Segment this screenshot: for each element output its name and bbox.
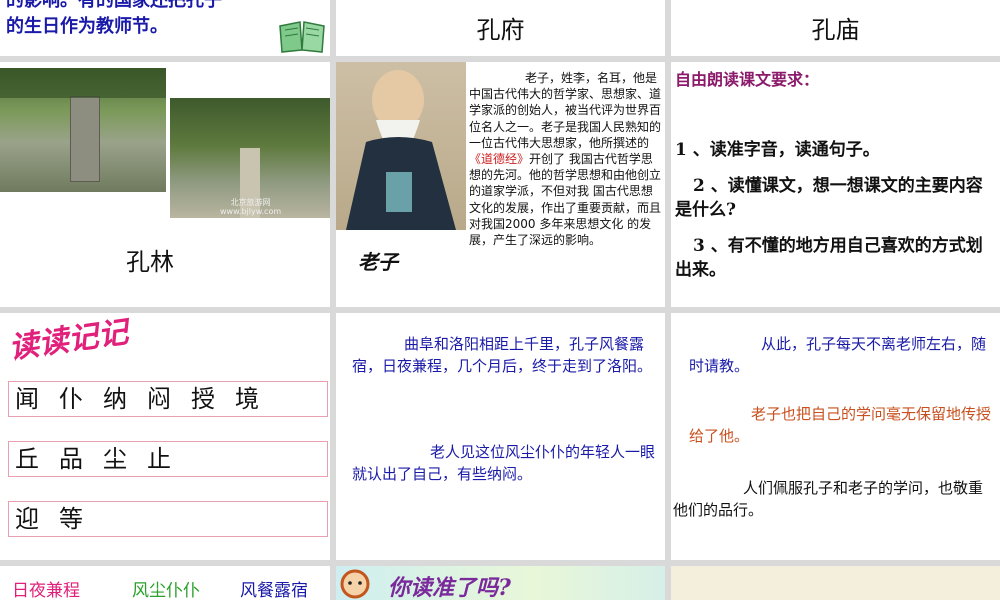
- words-cell: 日夜兼程 风尘仆仆 风餐露宿: [0, 566, 330, 600]
- char: 境: [235, 385, 259, 413]
- passage-4: 老子也把自己的学问毫无保留地传授给了他。: [689, 405, 992, 445]
- open-book-icon[interactable]: [278, 20, 326, 54]
- intro-text: 的影响。有的国家还把孔子 的生日作为教师节。: [6, 0, 222, 40]
- laozi-figure: [346, 70, 456, 230]
- word-2: 风尘仆仆: [132, 581, 200, 600]
- char-row-2: 丘品尘止: [8, 441, 328, 477]
- tree-canopy: [0, 68, 166, 98]
- quiz-cell: 你读准了吗?: [336, 566, 665, 600]
- cartoon-girl-icon: [340, 569, 370, 599]
- vocab-cell: 读读记记 闻仆纳闷授境 丘品尘止 迎等: [0, 313, 330, 560]
- stele-shape: [70, 96, 100, 182]
- watermark-line-1: 北京旅游网: [230, 198, 271, 207]
- char: 仆: [59, 385, 83, 413]
- word-1: 日夜兼程: [12, 581, 80, 600]
- watermark-line-2: www.bjlyw.com: [220, 207, 282, 216]
- char: 等: [59, 505, 83, 533]
- laozi-bio-part1: 老子，姓李，名耳，他是中国古代伟大的哲学家、思想家、道学家派的创始人，被当代评为…: [469, 71, 662, 150]
- passage-3: 从此，孔子每天不离老师左右，随时请教。: [689, 335, 987, 375]
- passage-1: 曲阜和洛阳相距上千里，孔子风餐露宿，日夜兼程，几个月后，终于走到了洛阳。: [352, 335, 653, 375]
- mansion-title-cell: 孔府: [336, 0, 665, 56]
- char: 品: [59, 445, 83, 473]
- intro-line-2: 的生日作为教师节。: [6, 16, 168, 37]
- reading-requirements-cell: 自由朗读课文要求： 1 、读准字音，读通句子。 2 、读懂课文，想一想课文的主要…: [671, 62, 1000, 307]
- title-mansion: 孔府: [476, 16, 525, 44]
- char: 迎: [15, 505, 39, 533]
- char: 丘: [15, 445, 39, 473]
- char: 闻: [15, 385, 39, 413]
- forest-photo-right: 北京旅游网 www.bjlyw.com: [170, 98, 330, 218]
- char: 闷: [147, 385, 171, 413]
- req-item-1: 1 、读准字音，读通句子。: [675, 140, 880, 160]
- char: 授: [191, 385, 215, 413]
- temple-title-cell: 孔庙: [671, 0, 1000, 56]
- char: 尘: [103, 445, 127, 473]
- intro-line-1: 的影响。有的国家还把孔子: [6, 0, 222, 11]
- char-row-3: 迎等: [8, 501, 328, 537]
- passage-cell-2: 从此，孔子每天不离老师左右，随时请教。 老子也把自己的学问毫无保留地传授给了他。…: [671, 313, 1000, 560]
- char-row-1: 闻仆纳闷授境: [8, 381, 328, 417]
- laozi-portrait: [336, 62, 466, 230]
- passage-cell-1: 曲阜和洛阳相距上千里，孔子风餐露宿，日夜兼程，几个月后，终于走到了洛阳。 老人见…: [336, 313, 665, 560]
- req-item-2: 2 、读懂课文，想一想课文的主要内容是什么?: [675, 176, 983, 220]
- quiz-title: 你读准了吗?: [388, 575, 511, 600]
- laozi-label: 老子: [358, 250, 398, 274]
- req-title: 自由朗读课文要求：: [675, 70, 820, 89]
- char: 止: [147, 445, 171, 473]
- blank-cell: [671, 566, 1000, 600]
- read-remember-title: 读读记记: [6, 314, 131, 367]
- laozi-bio-part2: 开创了 我国古代哲学思想的先河。他的哲学思想和由他创立的道家学派，不但对我 国古…: [469, 152, 662, 248]
- passage-5: 人们佩服孔子和老子的学问，也敬重他们的品行。: [673, 479, 984, 519]
- title-temple: 孔庙: [811, 16, 860, 44]
- forest-cell: 北京旅游网 www.bjlyw.com 孔林: [0, 62, 330, 307]
- intro-cell: 的影响。有的国家还把孔子 的生日作为教师节。: [0, 0, 330, 56]
- char: 纳: [103, 385, 127, 413]
- word-3: 风餐露宿: [240, 581, 308, 600]
- passage-2: 老人见这位风尘仆仆的年轻人一眼就认出了自己，有些纳闷。: [352, 443, 656, 483]
- forest-label: 孔林: [126, 248, 174, 276]
- laozi-book-title: 《道德经》: [469, 152, 530, 167]
- laozi-bio: 老子，姓李，名耳，他是中国古代伟大的哲学家、思想家、道学家派的创始人，被当代评为…: [469, 70, 663, 248]
- laozi-cell: 老子 老子，姓李，名耳，他是中国古代伟大的哲学家、思想家、道学家派的创始人，被当…: [336, 62, 665, 307]
- req-item-3: 3 、有不懂的地方用自己喜欢的方式划出来。: [675, 236, 983, 280]
- forest-photo-left: [0, 68, 166, 192]
- photo-watermark: 北京旅游网 www.bjlyw.com: [220, 198, 281, 216]
